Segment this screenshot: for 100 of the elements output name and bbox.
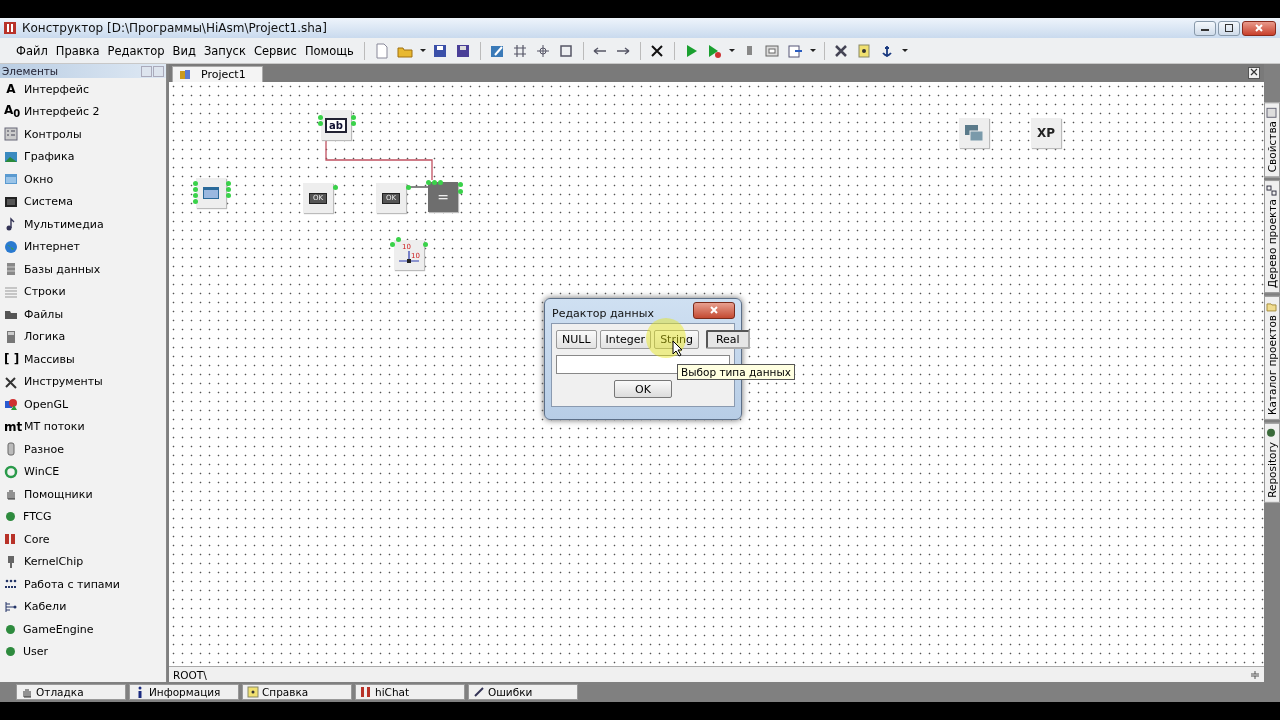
element-category[interactable]: Графика [0, 145, 166, 168]
menu-item[interactable]: Запуск [199, 41, 250, 60]
calculator-icon [4, 329, 18, 344]
element-category[interactable]: FTCG [0, 505, 166, 528]
component-node[interactable] [959, 118, 989, 148]
close-icon [710, 306, 718, 314]
chat-icon [360, 686, 372, 698]
element-category[interactable]: Мультимедиа [0, 213, 166, 236]
element-category[interactable]: Помощники [0, 483, 166, 506]
windows-icon [965, 125, 983, 141]
pin[interactable] [426, 180, 431, 185]
category-label: Core [24, 532, 50, 546]
bottom-tab[interactable]: Отладка [16, 684, 126, 700]
delete-icon [649, 42, 666, 59]
element-category[interactable]: Файлы [0, 303, 166, 326]
category-label: OpenGL [24, 397, 69, 411]
category-label: Файлы [24, 307, 64, 321]
element-category[interactable]: Окно [0, 168, 166, 191]
maximize-button[interactable] [1218, 20, 1240, 36]
category-label: МТ потоки [24, 420, 85, 434]
pin[interactable] [396, 237, 401, 242]
bottom-tab[interactable]: Ошибки [468, 684, 578, 700]
close-icon [1250, 68, 1258, 76]
picture-icon [4, 149, 18, 164]
element-category[interactable]: Система [0, 190, 166, 213]
element-category[interactable]: A$_{0}$ Интерфейс 2 [0, 100, 166, 123]
node-label: = [437, 189, 449, 205]
cabinet-icon [4, 262, 18, 277]
menu-item[interactable]: Сервис [249, 41, 301, 60]
element-category[interactable]: A Интерфейс [0, 78, 166, 101]
minimize-button[interactable] [1194, 20, 1216, 36]
menu-item[interactable]: Правка [51, 41, 104, 60]
window-icon [4, 172, 18, 187]
type-button[interactable]: NULL [556, 330, 597, 349]
close-button[interactable] [1242, 20, 1276, 36]
type-button[interactable]: Real [705, 330, 750, 349]
category-label: Помощники [24, 487, 93, 501]
close-button[interactable] [693, 301, 735, 319]
pin[interactable] [438, 180, 443, 185]
save-icon [432, 42, 449, 59]
tab-icon [1266, 185, 1278, 197]
pin[interactable] [333, 185, 338, 190]
component-node[interactable] [196, 178, 226, 208]
side-tab[interactable]: Repository [1264, 423, 1280, 504]
component-node[interactable]: XP [1031, 118, 1061, 148]
component-node[interactable]: = [428, 182, 458, 212]
tooltip: Выбор типа данных [677, 364, 795, 380]
category-label: Разное [24, 442, 64, 456]
element-category[interactable]: KernelChip [0, 550, 166, 573]
window-icon [764, 42, 781, 59]
element-category[interactable]: OpenGL [0, 393, 166, 416]
element-category[interactable]: User [0, 640, 166, 663]
tab-label: Отладка [36, 686, 84, 698]
tab-label: Свойства [1266, 121, 1278, 173]
bottom-tab[interactable]: hiChat [355, 684, 465, 700]
element-category[interactable]: Базы данных [0, 258, 166, 281]
element-category[interactable]: Инструменты [0, 370, 166, 393]
element-category[interactable]: mt МТ потоки [0, 415, 166, 438]
menu-item[interactable]: Помощь [300, 41, 358, 60]
element-category[interactable]: Интернет [0, 235, 166, 258]
menu-item[interactable]: Редактор [103, 41, 169, 60]
recycle-icon [4, 464, 18, 479]
element-category[interactable]: GameEngine [0, 618, 166, 641]
category-label: Окно [24, 172, 54, 186]
category-label: Контролы [24, 127, 82, 141]
pin[interactable] [432, 180, 437, 185]
menu-item[interactable]: Файл [12, 41, 52, 60]
side-tab[interactable]: Дерево проекта [1264, 180, 1280, 294]
caret-icon [901, 49, 908, 52]
element-category[interactable]: Строки [0, 280, 166, 303]
side-tab[interactable]: Каталог проектов [1264, 296, 1280, 421]
element-category[interactable]: [ ] Массивы [0, 348, 166, 371]
category-label: GameEngine [23, 622, 94, 636]
close-button[interactable] [1248, 67, 1260, 79]
monitor-icon [4, 194, 18, 209]
ok-button[interactable]: OK [614, 380, 672, 398]
pin[interactable] [406, 185, 411, 190]
cylinder-icon [4, 442, 18, 457]
pin-button[interactable] [153, 65, 164, 77]
element-category[interactable]: Core [0, 528, 166, 551]
element-category[interactable]: WinCE [0, 460, 166, 483]
element-category[interactable]: Логика [0, 325, 166, 348]
controls-icon [4, 127, 18, 142]
pin[interactable] [226, 181, 231, 186]
element-category[interactable]: Разное [0, 438, 166, 461]
document-tab[interactable]: Project1 [172, 66, 263, 82]
type-button[interactable]: Integer [599, 330, 652, 349]
tab-label: Информация [149, 686, 221, 698]
globe-icon [4, 239, 18, 254]
caret-icon [728, 49, 735, 52]
element-category[interactable]: Кабели [0, 595, 166, 618]
caret-icon [809, 49, 816, 52]
side-tab[interactable]: Свойства [1264, 102, 1280, 178]
element-category[interactable]: Контролы [0, 123, 166, 146]
component-node[interactable]: ab [321, 110, 351, 140]
tab-label: hiChat [375, 686, 410, 698]
bottom-tab[interactable]: Информация [129, 684, 239, 700]
menu-item[interactable]: Вид [168, 41, 200, 60]
element-category[interactable]: Работа с типами [0, 573, 166, 596]
bottom-tab[interactable]: Справка [242, 684, 352, 700]
